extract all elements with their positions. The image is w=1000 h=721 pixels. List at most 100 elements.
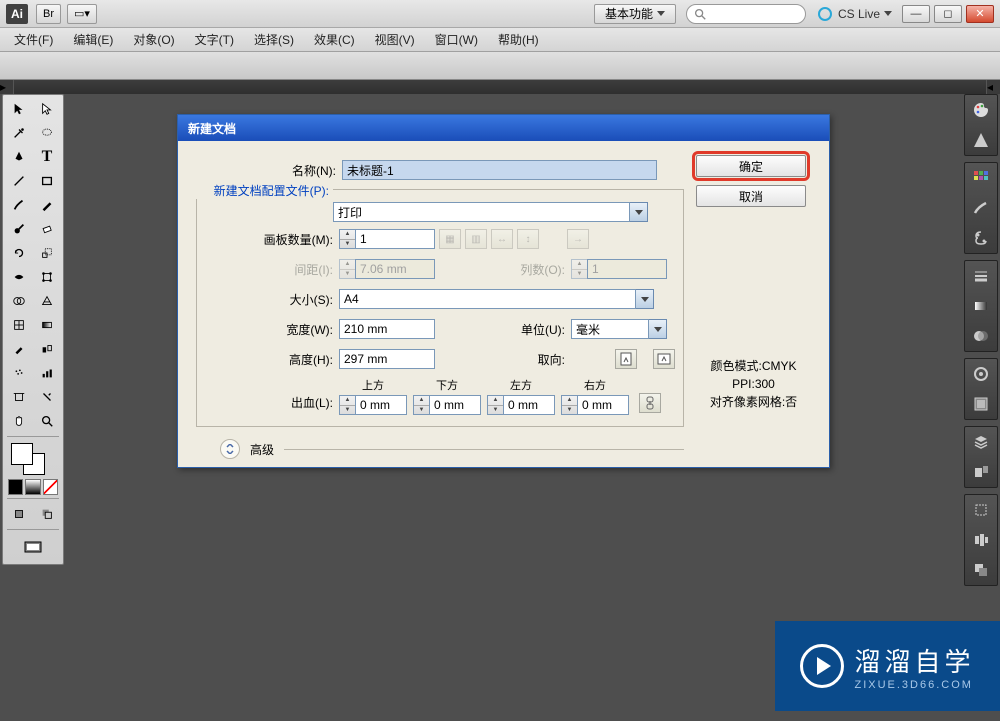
menu-select[interactable]: 选择(S)	[244, 29, 304, 51]
tool-eyedropper[interactable]	[5, 337, 33, 361]
tool-zoom[interactable]	[33, 409, 61, 433]
tool-blob[interactable]	[5, 217, 33, 241]
workspace-dropdown[interactable]: 基本功能	[594, 4, 676, 24]
tool-pencil[interactable]	[33, 193, 61, 217]
bleed-bottom-spinner[interactable]: ▲▼	[413, 395, 429, 415]
tool-mesh[interactable]	[5, 313, 33, 337]
menu-help[interactable]: 帮助(H)	[488, 29, 549, 51]
panel-colorguide-icon[interactable]	[970, 129, 992, 151]
tool-pen[interactable]	[5, 145, 33, 169]
tool-lasso[interactable]	[33, 121, 61, 145]
bleed-link-icon[interactable]	[639, 393, 661, 413]
cslive-button[interactable]: CS Live	[818, 7, 892, 21]
bleed-left-input[interactable]	[503, 395, 555, 415]
tool-scale[interactable]	[33, 241, 61, 265]
watermark: 溜溜自学 ZIXUE.3D66.COM	[775, 621, 1000, 711]
panel-symbols-icon[interactable]	[970, 227, 992, 249]
unit-dropdown-icon[interactable]	[649, 319, 667, 339]
watermark-small: ZIXUE.3D66.COM	[854, 679, 974, 691]
cancel-button[interactable]: 取消	[696, 185, 806, 207]
bleed-bottom-input[interactable]	[429, 395, 481, 415]
tool-blend[interactable]	[33, 337, 61, 361]
unit-select[interactable]	[571, 319, 649, 339]
menu-object[interactable]: 对象(O)	[123, 29, 184, 51]
advanced-label: 高级	[250, 441, 274, 458]
size-select[interactable]	[339, 289, 636, 309]
panel-brushes-icon[interactable]	[970, 197, 992, 219]
right-dock-toggle[interactable]: ◂	[986, 80, 1000, 94]
bleed-right-spinner[interactable]: ▲▼	[561, 395, 577, 415]
panel-appearance-icon[interactable]	[970, 363, 992, 385]
size-dropdown-icon[interactable]	[636, 289, 654, 309]
arrange-button[interactable]: ▭▾	[67, 4, 97, 24]
panel-stroke-icon[interactable]	[970, 265, 992, 287]
menu-edit[interactable]: 编辑(E)	[63, 29, 123, 51]
advanced-expand[interactable]	[220, 439, 240, 459]
tool-draw-behind[interactable]	[33, 502, 61, 526]
bleed-top-spinner[interactable]: ▲▼	[339, 395, 355, 415]
panel-transparency-icon[interactable]	[970, 325, 992, 347]
panel-artboards-icon[interactable]	[970, 461, 992, 483]
bridge-button[interactable]: Br	[36, 4, 61, 24]
bleed-top-input[interactable]	[355, 395, 407, 415]
orient-landscape[interactable]	[653, 349, 675, 369]
panel-pathfinder-icon[interactable]	[970, 559, 992, 581]
width-input[interactable]	[339, 319, 435, 339]
panel-color-icon[interactable]	[970, 99, 992, 121]
tool-symbol-spray[interactable]	[5, 361, 33, 385]
menu-type[interactable]: 文字(T)	[185, 29, 244, 51]
panel-graphic-styles-icon[interactable]	[970, 393, 992, 415]
panel-swatches-icon[interactable]	[970, 167, 992, 189]
tool-perspective[interactable]	[33, 289, 61, 313]
left-dock-toggle[interactable]: ▸	[0, 80, 14, 94]
arrange-col-icon: ↕	[517, 229, 539, 249]
tool-graph[interactable]	[33, 361, 61, 385]
artboards-input[interactable]	[355, 229, 435, 249]
profile-dropdown-icon[interactable]	[630, 202, 648, 222]
profile-fieldset: 新建文档配置文件(P): 画板数量(M): ▲▼ ▦ ▥ ↔ ↕ →	[196, 189, 684, 427]
artboards-spinner[interactable]: ▲▼	[339, 229, 355, 249]
menu-effect[interactable]: 效果(C)	[304, 29, 365, 51]
profile-select[interactable]	[333, 202, 630, 222]
ok-button[interactable]: 确定	[696, 155, 806, 177]
menu-window[interactable]: 窗口(W)	[425, 29, 488, 51]
tool-type[interactable]: T	[33, 145, 61, 169]
panel-layers-icon[interactable]	[970, 431, 992, 453]
tool-rotate[interactable]	[5, 241, 33, 265]
tool-rectangle[interactable]	[33, 169, 61, 193]
orient-portrait[interactable]	[615, 349, 637, 369]
tool-direct-select[interactable]	[33, 97, 61, 121]
color-swatches[interactable]	[7, 441, 59, 475]
screen-mode[interactable]	[5, 534, 61, 562]
panel-transform-icon[interactable]	[970, 499, 992, 521]
watermark-big: 溜溜自学	[854, 642, 974, 679]
tool-shape-builder[interactable]	[5, 289, 33, 313]
height-input[interactable]	[339, 349, 435, 369]
tool-draw-normal[interactable]	[5, 502, 33, 526]
panel-align-icon[interactable]	[970, 529, 992, 551]
bleed-left-spinner[interactable]: ▲▼	[487, 395, 503, 415]
menu-view[interactable]: 视图(V)	[365, 29, 425, 51]
tool-hand[interactable]	[5, 409, 33, 433]
bleed-right-input[interactable]	[577, 395, 629, 415]
search-input[interactable]	[686, 4, 806, 24]
menu-file[interactable]: 文件(F)	[4, 29, 63, 51]
tool-selection[interactable]	[5, 97, 33, 121]
panel-gradient-icon[interactable]	[970, 295, 992, 317]
tool-paintbrush[interactable]	[5, 193, 33, 217]
tool-slice[interactable]	[33, 385, 61, 409]
minimize-button[interactable]: —	[902, 5, 930, 23]
tool-width[interactable]	[5, 265, 33, 289]
cols-label: 列数(O):	[435, 261, 565, 278]
maximize-button[interactable]: ◻	[934, 5, 962, 23]
name-input[interactable]	[342, 160, 657, 180]
tool-line[interactable]	[5, 169, 33, 193]
tool-free-transform[interactable]	[33, 265, 61, 289]
tool-gradient[interactable]	[33, 313, 61, 337]
fill-mode-row[interactable]	[7, 479, 59, 495]
spacing-spinner: ▲▼	[339, 259, 355, 279]
tool-artboard[interactable]	[5, 385, 33, 409]
tool-eraser[interactable]	[33, 217, 61, 241]
tool-magic-wand[interactable]	[5, 121, 33, 145]
close-button[interactable]: ✕	[966, 5, 994, 23]
